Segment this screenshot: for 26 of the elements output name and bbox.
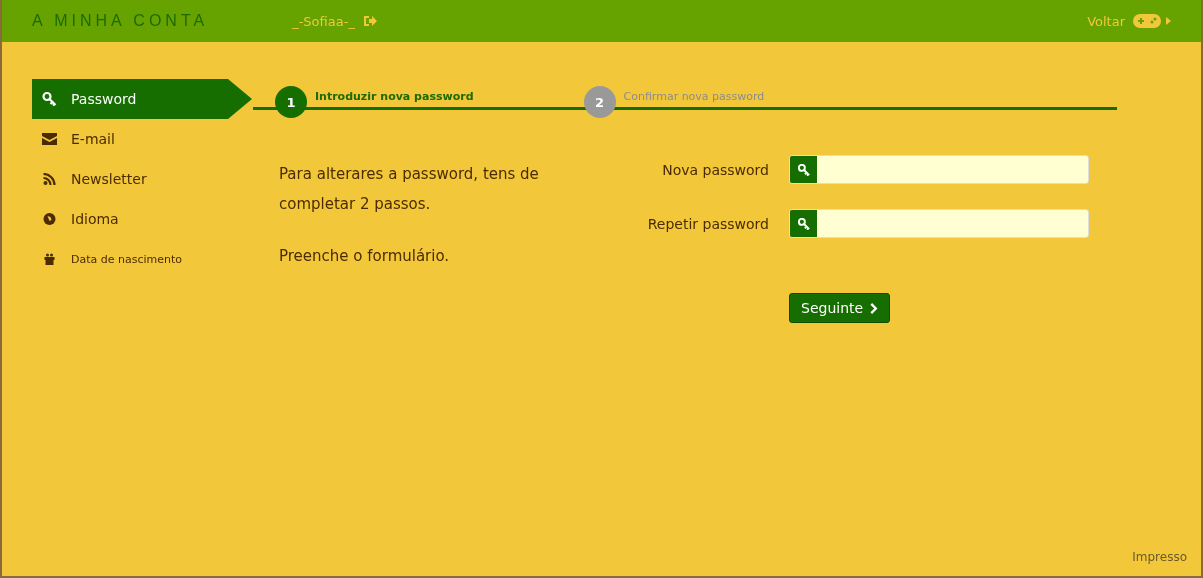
step-label: Introduzir nova password	[315, 89, 474, 103]
instruction-text: Preenche o formulário.	[279, 246, 451, 267]
password-field[interactable]	[789, 209, 1089, 238]
instruction-text: Para alterares a password, tens de completar 2 passos.	[279, 164, 540, 215]
step-number: 1	[275, 86, 307, 118]
caret-icon	[1166, 17, 1171, 25]
sidebar-item[interactable]: Idioma	[32, 199, 228, 239]
field-label: Nova password	[661, 161, 769, 178]
step-label: Confirmar nova password	[623, 89, 765, 103]
password-field[interactable]	[789, 155, 1089, 184]
key-icon	[42, 92, 57, 106]
field-label: Repetir password	[646, 215, 769, 232]
sidebar-item[interactable]: E-mail	[32, 119, 228, 159]
gift-icon	[42, 253, 57, 265]
next-button[interactable]: Seguinte	[789, 293, 891, 323]
rss-icon	[42, 173, 57, 185]
globe-icon	[42, 213, 57, 225]
key-icon	[797, 163, 810, 176]
sidebar-item[interactable]: Newsletter	[32, 159, 228, 199]
step-number: 2	[583, 86, 616, 118]
imprint-link[interactable]: Impresso	[1132, 550, 1187, 564]
key-icon	[797, 217, 810, 230]
sidebar-item[interactable]: Data de nascimento	[32, 239, 228, 279]
envelope-icon	[42, 133, 57, 145]
chevron-icon	[870, 302, 879, 314]
page-title: A MINHA CONTA	[32, 12, 209, 30]
